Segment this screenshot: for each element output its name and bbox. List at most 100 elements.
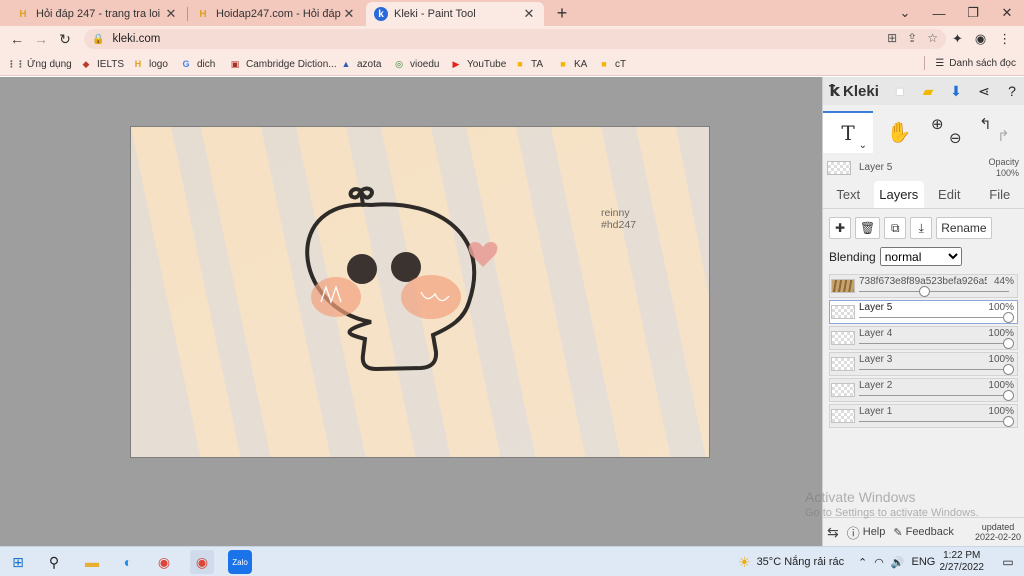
bookmark-ielts[interactable]: ◆ IELTS: [80, 56, 125, 72]
file-explorer-icon[interactable]: ▬: [80, 550, 104, 574]
zalo-icon[interactable]: Zalo: [228, 550, 252, 574]
add-layer-button[interactable]: ✚: [829, 217, 851, 239]
opacity-slider-knob[interactable]: [1003, 390, 1014, 401]
feedback-button[interactable]: ✎ Feedback: [889, 526, 958, 539]
bookmark-youtube[interactable]: ▶ YouTube: [450, 56, 507, 72]
opacity-slider-track[interactable]: [859, 343, 1009, 344]
tab-kleki[interactable]: k Kleki - Paint Tool ✕: [366, 2, 544, 26]
wifi-icon[interactable]: ◠: [874, 556, 884, 569]
youtube-icon: ▶: [452, 58, 460, 69]
undo-redo-buttons[interactable]: ↰ ↱: [973, 111, 1017, 153]
opacity-slider-track[interactable]: [859, 395, 1009, 396]
extensions-puzzle-icon[interactable]: ✦: [952, 31, 963, 47]
open-folder-icon[interactable]: ▰: [917, 80, 939, 102]
bookmark-ka[interactable]: ■ KA: [557, 56, 587, 72]
volume-icon[interactable]: 🔊: [891, 556, 905, 569]
download-icon[interactable]: ⬇: [945, 80, 967, 102]
edge-icon[interactable]: ◐: [116, 550, 140, 574]
menu-dots-icon[interactable]: ⋮: [998, 31, 1011, 47]
chevron-down-icon[interactable]: ⌄: [859, 140, 867, 151]
tab-hoidap-answer[interactable]: H Hỏi đáp 247 - trang tra loi ✕: [8, 2, 186, 26]
layer-row[interactable]: Layer 4 100%: [829, 326, 1018, 350]
layer-row[interactable]: Layer 3 100%: [829, 352, 1018, 376]
bookmark-ta[interactable]: ■ TA: [514, 56, 543, 72]
opacity-slider-knob[interactable]: [919, 286, 930, 297]
tab-text[interactable]: Text: [823, 181, 874, 208]
opacity-slider-knob[interactable]: [1003, 364, 1014, 375]
zoom-out-icon[interactable]: ⊖: [949, 129, 962, 147]
new-tab-button[interactable]: +: [552, 3, 572, 23]
reload-icon[interactable]: ↻: [56, 30, 74, 48]
help-circle-icon[interactable]: ?: [1001, 80, 1023, 102]
share-icon[interactable]: ⋖: [973, 80, 995, 102]
back-arrow-icon[interactable]: ←: [8, 30, 26, 48]
new-image-icon[interactable]: ■: [889, 80, 911, 102]
hand-tool-button[interactable]: ✋: [879, 111, 919, 153]
close-window-icon[interactable]: ✕: [990, 5, 1024, 21]
kleki-favicon-icon: k: [374, 7, 388, 21]
bookmark-azota[interactable]: ▲ azota: [340, 56, 382, 72]
layer-row[interactable]: Layer 5 100%: [829, 300, 1018, 324]
weather-widget[interactable]: ☀ 35°C Nắng rải rác: [738, 547, 844, 576]
delete-layer-button[interactable]: 🗑: [855, 217, 881, 239]
redo-icon[interactable]: ↱: [997, 127, 1010, 145]
address-bar[interactable]: 🔒 kleki.com ⊞ ⇪ ☆: [84, 29, 946, 49]
bookmark-apps[interactable]: ⋮⋮ Ứng dụng: [7, 56, 72, 72]
help-button[interactable]: ⓘ Help: [843, 523, 890, 542]
opacity-slider-track[interactable]: [859, 369, 1009, 370]
opacity-slider-knob[interactable]: [1003, 312, 1014, 323]
close-icon[interactable]: ✕: [342, 6, 356, 22]
chrome-icon[interactable]: ◉: [152, 550, 176, 574]
layer-row[interactable]: 738f673e8f89a523befa926a5 44%: [829, 274, 1018, 298]
layer-row[interactable]: Layer 2 100%: [829, 378, 1018, 402]
chevron-up-icon[interactable]: ⌃: [858, 556, 867, 569]
bookmark-dich[interactable]: G dich: [180, 56, 215, 72]
blending-select[interactable]: normal: [879, 247, 962, 266]
rename-button[interactable]: Rename: [936, 217, 992, 239]
notification-icon[interactable]: ▭: [996, 550, 1020, 574]
layer-row[interactable]: Layer 1 100%: [829, 404, 1018, 428]
reading-list[interactable]: ☰ Danh sách đọc: [924, 56, 1016, 70]
translate-icon[interactable]: ⊞: [887, 31, 897, 45]
bookmark-ct[interactable]: ■ cT: [598, 56, 626, 72]
drawing-canvas[interactable]: reinny #hd247: [130, 126, 710, 458]
text-tool-button[interactable]: T ⌄: [823, 111, 873, 153]
current-layer-thumbnail: [827, 161, 851, 175]
duplicate-layer-button[interactable]: ⧉: [884, 217, 907, 239]
merge-down-button[interactable]: ⤓: [910, 217, 933, 239]
tab-file[interactable]: File: [975, 181, 1024, 208]
search-icon[interactable]: ⚲: [42, 550, 66, 574]
zoom-buttons[interactable]: ⊕ ⊖: [927, 111, 967, 153]
windows-start-icon[interactable]: ⊞: [6, 550, 30, 574]
kleki-logo[interactable]: ꝁ Kleki: [823, 81, 879, 101]
share-icon[interactable]: ⇪: [907, 31, 917, 45]
clock[interactable]: 1:22 PM 2/27/2022: [940, 550, 985, 574]
tab-edit[interactable]: Edit: [924, 181, 975, 208]
undo-icon[interactable]: ↰: [979, 115, 992, 133]
opacity-slider-track[interactable]: [859, 317, 1009, 318]
swap-icon[interactable]: ⇆: [823, 524, 843, 541]
language-indicator[interactable]: ENG: [912, 556, 936, 568]
bookmark-logo[interactable]: H logo: [132, 56, 168, 72]
tab-hoidap-online[interactable]: H Hoidap247.com - Hỏi đáp online ✕: [188, 2, 364, 26]
close-icon[interactable]: ✕: [164, 6, 178, 22]
opacity-slider-knob[interactable]: [1003, 338, 1014, 349]
tab-layers[interactable]: Layers: [873, 181, 924, 208]
star-icon[interactable]: ☆: [927, 31, 938, 45]
profile-avatar-icon[interactable]: ◉: [975, 31, 986, 47]
chrome-active-icon[interactable]: ◉: [190, 550, 214, 574]
forward-arrow-icon[interactable]: →: [32, 30, 50, 48]
close-icon[interactable]: ✕: [522, 6, 536, 22]
bookmark-cambridge[interactable]: ▣ Cambridge Diction...: [229, 56, 337, 72]
minimize-icon[interactable]: —: [922, 6, 956, 21]
zoom-in-icon[interactable]: ⊕: [931, 115, 944, 133]
updated-info[interactable]: updated 2022-02-20: [971, 522, 1024, 542]
chevron-down-icon[interactable]: ⌄: [888, 5, 922, 21]
opacity-slider-knob[interactable]: [1003, 416, 1014, 427]
opacity-slider-track[interactable]: [859, 421, 1009, 422]
canvas-workspace[interactable]: reinny #hd247: [0, 77, 822, 546]
opacity-slider-track[interactable]: [859, 291, 1009, 292]
layer-list: 738f673e8f89a523befa926a5 44% Layer 5 100% L…: [829, 274, 1018, 430]
restore-icon[interactable]: ❐: [956, 5, 990, 21]
bookmark-vioedu[interactable]: ◎ vioedu: [393, 56, 439, 72]
